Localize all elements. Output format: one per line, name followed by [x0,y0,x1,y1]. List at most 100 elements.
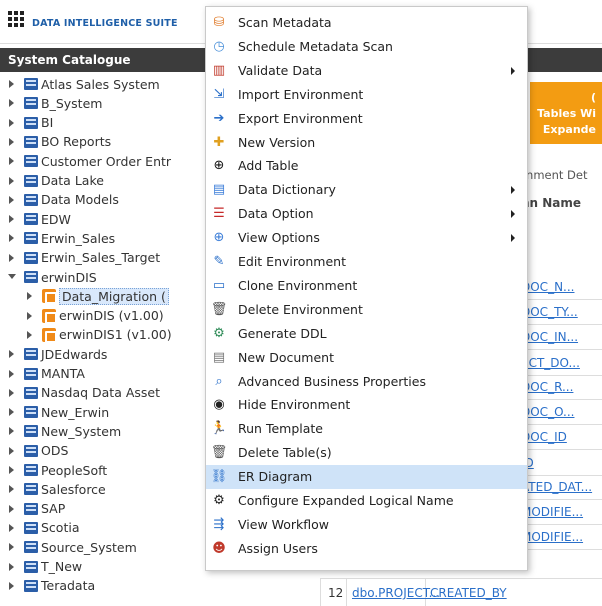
menu-item[interactable]: ⚙ Generate DDL [206,322,527,346]
menu-item[interactable]: ☰ Data Option [206,202,527,226]
tree-item[interactable]: Data Lake [8,171,104,191]
tree-item[interactable]: Salesforce [8,479,106,499]
tree-item[interactable]: BI [8,113,53,133]
tree-item[interactable]: MANTA [8,364,85,384]
tree-item[interactable]: Atlas Sales System [8,74,160,94]
caret-right-icon[interactable] [8,349,16,359]
menu-item[interactable]: ⛓ ER Diagram [206,465,527,490]
tree-item[interactable]: JDEdwards [8,344,107,364]
tree-item[interactable]: erwinDIS (v1.00) [26,306,164,326]
menu-item[interactable]: ✎ Edit Environment [206,250,527,274]
database-icon [24,232,38,245]
menu-item[interactable]: ⚙ Configure Expanded Logical Name [206,489,527,513]
menu-item[interactable]: ▭ Clone Environment [206,274,527,298]
tree-item-label: Atlas Sales System [41,76,160,92]
menu-item[interactable]: 🗑 Delete Environment [206,298,527,322]
menu-item[interactable]: ⌕ Advanced Business Properties [206,370,527,394]
column-link[interactable]: DOC_O... [521,405,574,419]
tree-item[interactable]: Customer Order Entr [8,151,171,171]
menu-item[interactable]: ◷ Schedule Metadata Scan [206,35,527,59]
row-table-link[interactable]: dbo.PROJECT... [352,586,440,600]
tree-item[interactable]: T_New [8,557,82,577]
scan-metadata-icon: ⛁ [213,15,225,30]
column-link[interactable]: DOC_R... [521,380,573,394]
column-link[interactable]: ATED_DAT... [521,480,592,494]
app-launcher-icon[interactable] [8,11,24,27]
tree-item[interactable]: Erwin_Sales [8,228,115,248]
database-icon [24,78,38,90]
menu-item[interactable]: ✚ New Version [206,131,527,155]
tree-item[interactable]: BO Reports [8,132,111,152]
tree-item[interactable]: New_Erwin [8,402,109,422]
tree-item[interactable]: EDW [8,209,71,229]
caret-right-icon[interactable] [26,330,34,340]
caret-right-icon[interactable] [8,542,16,552]
menu-item[interactable]: ⊕ View Options [206,226,527,250]
menu-item[interactable]: ⊕ Add Table [206,154,527,178]
tree-item[interactable]: Scotia [8,518,80,538]
menu-item[interactable]: ▥ Validate Data [206,59,527,83]
column-link[interactable]: DOC_TY... [521,305,578,319]
menu-item[interactable]: ⇲ Import Environment [206,83,527,107]
caret-right-icon[interactable] [8,233,16,243]
caret-right-icon[interactable] [8,426,16,436]
caret-right-icon[interactable] [8,176,16,186]
tree-item[interactable]: Source_System [8,537,137,557]
column-link[interactable]: DOC_IN... [521,330,578,344]
tree-item[interactable]: B_System [8,93,102,113]
menu-item[interactable]: 🗑 Delete Table(s) [206,441,527,465]
menu-item[interactable]: ⇶ View Workflow [206,513,527,537]
brand-title: DATA INTELLIGENCE SUITE [32,18,178,29]
tree-item[interactable]: erwinDIS1 (v1.00) [26,325,172,345]
menu-item[interactable]: ▤ Data Dictionary [206,178,527,202]
caret-right-icon[interactable] [8,446,16,456]
menu-item[interactable]: ⛁ Scan Metadata [206,11,527,35]
caret-right-icon[interactable] [8,156,16,166]
caret-right-icon[interactable] [26,311,34,321]
tree-item[interactable]: Nasdaq Data Asset [8,383,160,403]
caret-right-icon[interactable] [8,407,16,417]
caret-right-icon[interactable] [8,79,16,89]
menu-item[interactable]: ▤ New Document [206,346,527,370]
caret-right-icon[interactable] [8,369,16,379]
tree-item[interactable]: PeopleSoft [8,460,107,480]
er-diagram-icon: ⛓ [210,469,228,485]
row-column-link[interactable]: CREATED_BY [430,586,507,600]
column-link[interactable]: ECT_DO... [521,356,580,370]
tree-item[interactable]: Data_Migration ( [26,286,169,306]
menu-item[interactable]: ☻ Assign Users [206,537,527,561]
caret-right-icon[interactable] [8,118,16,128]
tree-item[interactable]: Teradata [8,576,95,596]
caret-right-icon[interactable] [8,195,16,205]
caret-down-icon[interactable] [8,272,16,282]
menu-item[interactable]: ◉ Hide Environment [206,393,527,417]
tables-with-expanded-card[interactable]: ( Tables Wi Expande [530,82,602,144]
column-link[interactable]: MODIFIE... [521,530,583,544]
menu-item[interactable]: ➔ Export Environment [206,107,527,131]
column-link[interactable]: MODIFIE... [521,505,583,519]
caret-right-icon[interactable] [8,484,16,494]
tree-item[interactable]: ODS [8,441,68,461]
column-link[interactable]: DOC_N... [521,280,574,294]
caret-right-icon[interactable] [8,98,16,108]
database-icon [24,271,38,283]
caret-right-icon[interactable] [8,562,16,572]
tree-item-label: erwinDIS [41,269,97,285]
caret-right-icon[interactable] [8,523,16,533]
tree-item[interactable]: New_System [8,421,121,441]
environment-details-tab[interactable]: onment Det [519,168,588,182]
tree-item[interactable]: Erwin_Sales_Target [8,248,160,268]
caret-right-icon[interactable] [8,388,16,398]
submenu-arrow-icon [511,234,515,243]
caret-right-icon[interactable] [8,581,16,591]
tree-item[interactable]: Data Models [8,190,119,210]
caret-right-icon[interactable] [8,465,16,475]
caret-right-icon[interactable] [8,504,16,514]
caret-right-icon[interactable] [26,291,34,301]
caret-right-icon[interactable] [8,137,16,147]
caret-right-icon[interactable] [8,253,16,263]
menu-item[interactable]: 🏃 Run Template [206,417,527,441]
caret-right-icon[interactable] [8,214,16,224]
tree-item[interactable]: erwinDIS [8,267,97,287]
tree-item[interactable]: SAP [8,499,65,519]
